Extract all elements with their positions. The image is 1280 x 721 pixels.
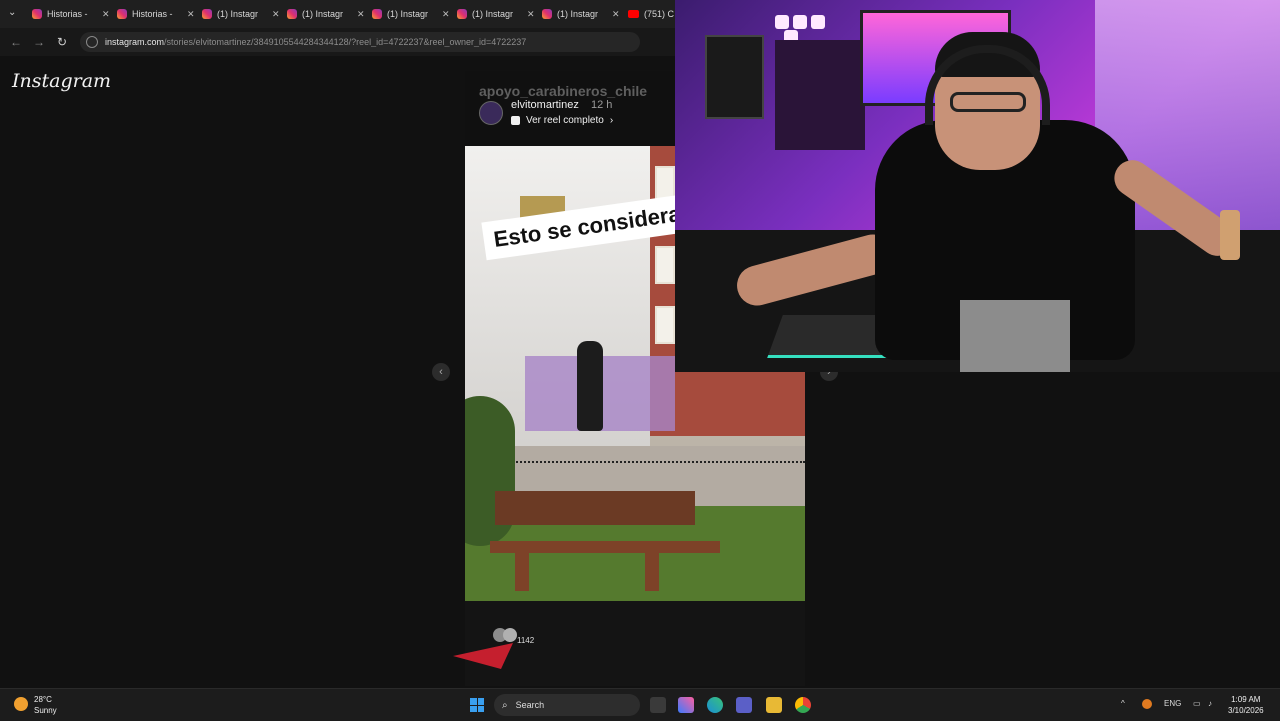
tab-label: Historias - <box>132 9 173 19</box>
browser-tab[interactable]: Historias - ✕ <box>117 4 199 24</box>
chevron-right-icon: › <box>609 115 614 126</box>
webcam-overlay <box>675 0 1280 372</box>
windows-start-icon[interactable] <box>470 698 484 712</box>
edge-browser-icon[interactable] <box>707 697 723 713</box>
instagram-icon <box>457 9 467 19</box>
browser-tab[interactable]: (1) Instagr ✕ <box>287 4 369 24</box>
close-icon[interactable]: ✕ <box>272 9 280 20</box>
tab-label: Historias - <box>47 9 88 19</box>
tab-label: (1) Instagr <box>472 9 514 19</box>
close-icon[interactable]: ✕ <box>102 9 110 20</box>
taskbar: 28°C Sunny ⌕ Search ^ ENG ▭ ♪ 1:09 AM 3/… <box>0 688 1280 721</box>
close-icon[interactable]: ✕ <box>187 9 195 20</box>
chrome-icon[interactable] <box>795 697 811 713</box>
browser-tab[interactable]: (1) Instagr ✕ <box>457 4 539 24</box>
tab-label: (1) Instagr <box>302 9 344 19</box>
viewer-count[interactable]: 1142 <box>517 636 534 645</box>
instagram-icon <box>372 9 382 19</box>
url-path: /stories/elvitomartinez/3849105544284344… <box>164 37 527 47</box>
instagram-icon <box>287 9 297 19</box>
browser-tab[interactable]: Historias - ✕ <box>32 4 114 24</box>
tab-label: (1) Instagr <box>217 9 259 19</box>
close-icon[interactable]: ✕ <box>357 9 365 20</box>
volume-icon[interactable]: ♪ <box>1208 699 1212 708</box>
tab-label: (1) Instagr <box>387 9 429 19</box>
hex-light <box>811 15 825 29</box>
drink-can <box>1220 210 1240 260</box>
weather-temperature[interactable]: 28°C <box>34 695 52 704</box>
chevron-up-icon[interactable]: ^ <box>1121 699 1125 708</box>
instagram-icon <box>542 9 552 19</box>
tray-app-icon[interactable] <box>1142 699 1152 709</box>
repost-account-name: apoyo_carabineros_chile <box>479 83 648 99</box>
tab-search-chevron-icon[interactable]: ⌄ <box>8 7 20 19</box>
instagram-icon <box>202 9 212 19</box>
avatar[interactable] <box>479 101 503 125</box>
site-info-icon[interactable] <box>86 36 98 48</box>
hex-light <box>793 15 807 29</box>
shelf <box>775 40 865 150</box>
tab-label: (751) Ca <box>644 9 674 19</box>
instagram-icon <box>117 9 127 19</box>
watermark-logo <box>453 643 513 669</box>
taskbar-search[interactable]: ⌕ Search <box>494 694 640 716</box>
file-explorer-icon[interactable] <box>766 697 782 713</box>
building-window <box>655 306 675 344</box>
url-field[interactable]: instagram.com /stories/elvitomartinez/38… <box>80 32 640 52</box>
clock-time: 1:09 AM <box>1231 695 1261 704</box>
taskbar-clock[interactable]: 1:09 AM 3/10/2026 <box>1228 694 1264 716</box>
browser-tab[interactable]: (1) Instagr ✕ <box>542 4 624 24</box>
clock-date: 3/10/2026 <box>1228 706 1264 715</box>
tab-label: (1) Instagr <box>557 9 599 19</box>
reload-icon[interactable]: ↻ <box>57 35 67 49</box>
building-window <box>655 246 675 284</box>
task-view-icon[interactable] <box>650 697 666 713</box>
language-indicator[interactable]: ENG <box>1164 699 1181 708</box>
viewer-avatar <box>503 628 517 642</box>
story-username[interactable]: elvitomartinez <box>511 99 579 111</box>
browser-tab[interactable]: (1) Instagr ✕ <box>372 4 454 24</box>
browser-tab[interactable]: (1) Instagr ✕ <box>202 4 284 24</box>
teams-icon[interactable] <box>736 697 752 713</box>
weather-sun-icon[interactable] <box>14 697 28 711</box>
story-footer: 1142 <box>453 601 805 686</box>
instagram-logo[interactable]: Instagram <box>12 70 111 92</box>
previous-story-arrow-icon[interactable]: ‹ <box>432 363 450 381</box>
glasses <box>950 92 1026 112</box>
close-icon[interactable]: ✕ <box>442 9 450 20</box>
url-host: instagram.com <box>105 37 165 47</box>
chain-fence <box>465 461 805 465</box>
bench-back <box>495 491 695 525</box>
hex-light <box>775 15 789 29</box>
view-full-reel-link[interactable]: Ver reel completo › <box>511 115 613 126</box>
search-label: Search <box>515 700 545 710</box>
browser-tab[interactable]: (751) Ca <box>628 4 674 24</box>
bench-leg <box>515 551 529 591</box>
back-arrow-icon[interactable]: ← <box>10 35 22 49</box>
reel-icon <box>511 116 520 125</box>
person <box>577 341 603 431</box>
forward-arrow-icon[interactable]: → <box>33 35 45 49</box>
weather-condition[interactable]: Sunny <box>34 706 57 715</box>
youtube-icon <box>628 10 639 18</box>
instagram-icon <box>32 9 42 19</box>
address-bar-row: ← → ↻ instagram.com /stories/elvitomarti… <box>0 28 675 56</box>
reel-link-label: Ver reel completo <box>526 115 604 126</box>
search-icon: ⌕ <box>502 699 508 711</box>
story-time: 12 h <box>591 99 613 111</box>
close-icon[interactable]: ✕ <box>527 9 535 20</box>
close-icon[interactable]: ✕ <box>612 9 620 20</box>
poster <box>705 35 764 119</box>
copilot-icon[interactable] <box>678 697 694 713</box>
bench-leg <box>645 551 659 591</box>
network-icon[interactable]: ▭ <box>1193 699 1201 708</box>
streamer-shorts <box>960 300 1070 372</box>
